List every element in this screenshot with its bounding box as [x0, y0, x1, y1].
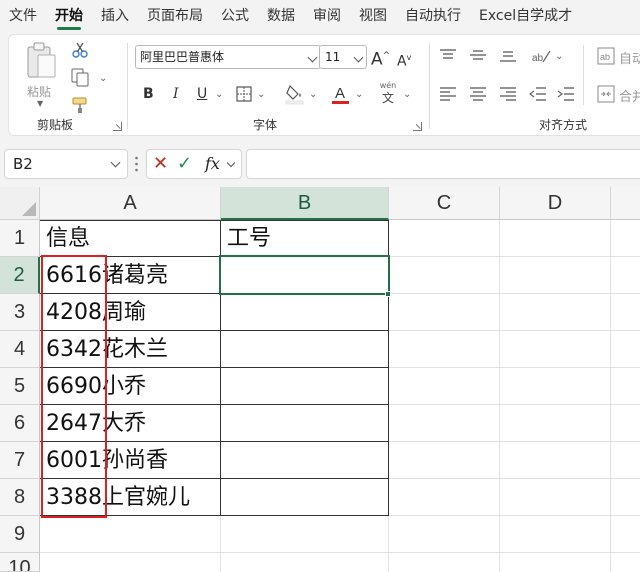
font-name-value: 阿里巴巴普惠体 [140, 50, 225, 64]
spreadsheet-grid: A B C D 1 2 3 4 5 6 7 8 9 10 信息 工号 6616诸… [0, 187, 640, 572]
tab-file[interactable]: 文件 [0, 0, 46, 32]
grow-font-label: A [371, 49, 383, 70]
column-header-d[interactable]: D [500, 187, 611, 220]
fill-color-dropdown-icon[interactable]: ⌄ [309, 89, 317, 100]
tab-view[interactable]: 视图 [350, 0, 396, 32]
phonetic-top-label: wén [379, 81, 397, 90]
fill-handle[interactable] [385, 291, 391, 297]
wrap-text-label[interactable]: 自动 [619, 48, 640, 67]
select-all-button[interactable] [0, 187, 40, 220]
tab-data[interactable]: 数据 [258, 0, 304, 32]
formula-buttons: ✕ ✓ fx [146, 149, 242, 179]
row-header-7[interactable]: 7 [0, 442, 40, 479]
enter-icon[interactable]: ✓ [177, 153, 192, 175]
increase-font-size-button[interactable]: A^ [371, 47, 390, 69]
align-bottom-icon[interactable] [499, 49, 517, 63]
italic-button[interactable]: I [173, 85, 179, 103]
divider [583, 45, 584, 105]
svg-text:ab: ab [532, 53, 544, 64]
row-header-5[interactable]: 5 [0, 368, 40, 405]
insert-function-button[interactable]: fx [205, 153, 220, 175]
tab-review[interactable]: 审阅 [304, 0, 350, 32]
active-cell-b2[interactable] [219, 255, 390, 295]
underline-button[interactable]: U [197, 85, 207, 103]
column-header-e[interactable] [611, 187, 640, 220]
ribbon: 粘贴 ▼ ⌄ 剪贴板 阿里巴巴普惠体 11 A^ Av B I U ⌄ ⌄ ⌄ … [0, 32, 640, 140]
alignment-group-label: 对齐方式 [539, 118, 588, 132]
merge-center-label[interactable]: 合并后 [619, 86, 640, 105]
phonetic-guide-button[interactable]: wén 文 [377, 81, 399, 105]
tab-formulas[interactable]: 公式 [212, 0, 258, 32]
cell-a1[interactable]: 信息 [40, 220, 220, 257]
more-options-icon[interactable] [135, 156, 138, 172]
font-color-icon[interactable]: A [331, 83, 351, 105]
gridline [40, 552, 640, 553]
cancel-icon[interactable]: ✕ [153, 153, 168, 175]
row-header-4[interactable]: 4 [0, 331, 40, 368]
svg-text:ab: ab [600, 52, 610, 62]
gridline [610, 220, 611, 572]
font-group: 阿里巴巴普惠体 11 A^ Av B I U ⌄ ⌄ ⌄ A ⌄ wén 文 ⌄… [9, 35, 429, 137]
align-right-icon[interactable] [499, 87, 517, 101]
ribbon-panel: 粘贴 ▼ ⌄ 剪贴板 阿里巴巴普惠体 11 A^ Av B I U ⌄ ⌄ ⌄ … [8, 34, 640, 136]
border-dropdown-icon[interactable]: ⌄ [257, 89, 265, 100]
font-launcher-icon[interactable] [413, 122, 422, 131]
phonetic-dropdown-icon[interactable]: ⌄ [403, 89, 411, 100]
name-box-value: B2 [13, 155, 33, 173]
font-group-label: 字体 [253, 118, 278, 132]
orientation-dropdown-icon[interactable]: ⌄ [555, 51, 563, 62]
alignment-group: ab ⌄ ab 自动 合并 对齐方式 [429, 35, 640, 137]
border-icon[interactable] [235, 85, 253, 103]
underline-dropdown-icon[interactable]: ⌄ [215, 89, 223, 100]
menu-bar: 文件 开始 插入 页面布局 公式 数据 审阅 视图 自动执行 Excel自学成才 [0, 0, 640, 32]
align-middle-icon[interactable] [469, 49, 487, 63]
font-size-value: 11 [325, 50, 341, 64]
row-header-6[interactable]: 6 [0, 405, 40, 442]
align-top-icon[interactable] [439, 49, 457, 63]
tab-insert[interactable]: 插入 [92, 0, 138, 32]
font-color-dropdown-icon[interactable]: ⌄ [355, 89, 363, 100]
column-header-a[interactable]: A [40, 187, 221, 220]
chevron-down-icon[interactable] [226, 158, 236, 168]
highlight-box [41, 255, 107, 518]
formula-bar: B2 ✕ ✓ fx [0, 140, 640, 187]
svg-text:A: A [335, 85, 345, 102]
tab-page-layout[interactable]: 页面布局 [138, 0, 212, 32]
gridline [499, 220, 500, 572]
merge-center-icon[interactable] [597, 85, 615, 103]
phonetic-bottom-label: 文 [381, 91, 394, 105]
column-header-c[interactable]: C [389, 187, 500, 220]
tab-home[interactable]: 开始 [46, 0, 92, 32]
align-left-icon[interactable] [439, 87, 457, 101]
font-size-select[interactable]: 11 [319, 45, 367, 69]
decrease-indent-icon[interactable] [529, 87, 547, 101]
chevron-down-icon [353, 52, 364, 63]
column-header-b[interactable]: B [221, 187, 389, 220]
row-header-9[interactable]: 9 [0, 516, 40, 553]
bold-button[interactable]: B [143, 85, 154, 103]
row-header-1[interactable]: 1 [0, 220, 40, 257]
row-header-2[interactable]: 2 [0, 257, 40, 294]
increase-indent-icon[interactable] [557, 87, 575, 101]
row-header-8[interactable]: 8 [0, 479, 40, 516]
tab-automate[interactable]: 自动执行 [396, 0, 470, 32]
decrease-font-size-button[interactable]: Av [397, 49, 411, 71]
font-name-select[interactable]: 阿里巴巴普惠体 [135, 45, 321, 69]
formula-input[interactable] [246, 149, 640, 179]
wrap-text-icon[interactable]: ab [597, 47, 615, 65]
cell-b1[interactable]: 工号 [221, 220, 388, 257]
align-center-icon[interactable] [469, 87, 487, 101]
select-all-icon [22, 202, 36, 216]
name-box[interactable]: B2 [4, 149, 128, 179]
shrink-font-label: A [397, 53, 407, 70]
chevron-down-icon [307, 52, 318, 63]
tab-excel-self-study[interactable]: Excel自学成才 [470, 0, 581, 32]
fill-color-icon[interactable] [285, 83, 305, 105]
chevron-down-icon [110, 157, 121, 168]
orientation-icon[interactable]: ab [531, 47, 551, 65]
row-header-3[interactable]: 3 [0, 294, 40, 331]
row-header-10[interactable]: 10 [0, 553, 40, 572]
